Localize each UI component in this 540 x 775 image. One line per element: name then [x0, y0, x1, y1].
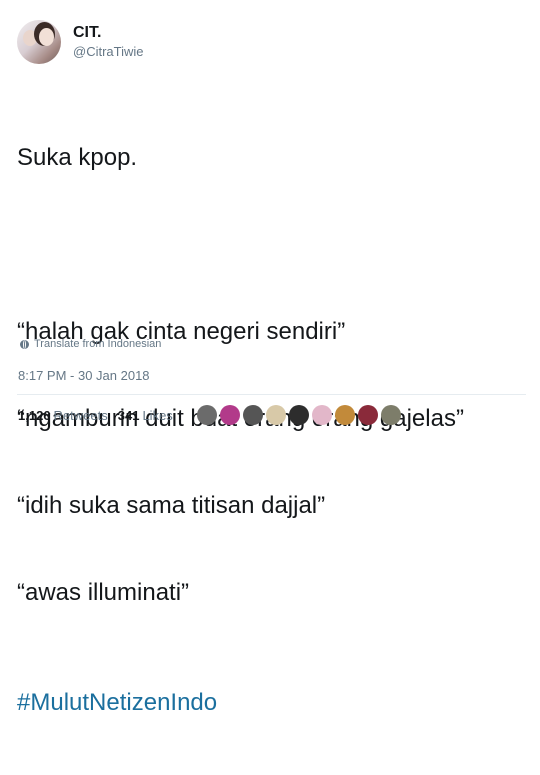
user-avatar[interactable]: [17, 20, 61, 64]
user-handle[interactable]: @CitraTiwie: [73, 43, 144, 61]
likes-label: Likes: [142, 407, 173, 423]
tweet-line: “awas illuminati”: [17, 579, 190, 606]
retweets-count: 1,126: [18, 407, 51, 423]
user-display-name[interactable]: CIT.: [73, 23, 144, 43]
tweet-text: Suka kpop. “halah gak cinta negeri sendi…: [17, 85, 464, 775]
liker-avatars: [196, 405, 404, 425]
likes-stat[interactable]: 341 Likes: [118, 408, 173, 423]
divider: [17, 394, 526, 395]
tweet-line: Suka kpop.: [17, 144, 138, 171]
liker-avatar[interactable]: [380, 405, 401, 425]
tweet-header: CIT. @CitraTiwie: [17, 20, 144, 64]
tweet-stats: 1,126 Retweets 341 Likes: [18, 405, 404, 425]
tweet-line: “idih suka sama titisan dajjal”: [17, 492, 326, 519]
user-names: CIT. @CitraTiwie: [73, 23, 144, 61]
liker-avatar[interactable]: [334, 405, 355, 425]
liker-avatar[interactable]: [288, 405, 309, 425]
tweet-line-gap: [17, 230, 464, 259]
translate-label: Translate from Indonesian: [34, 338, 162, 350]
liker-avatar[interactable]: [265, 405, 286, 425]
tweet-timestamp[interactable]: 8:17 PM - 30 Jan 2018: [18, 368, 150, 383]
tweet-card: CIT. @CitraTiwie Suka kpop. “halah gak c…: [0, 0, 540, 716]
retweets-label: Retweets: [53, 407, 108, 423]
liker-avatar[interactable]: [242, 405, 263, 425]
globe-icon: [20, 339, 29, 349]
liker-avatar[interactable]: [311, 405, 332, 425]
translate-link[interactable]: Translate from Indonesian: [20, 338, 161, 350]
liker-avatar[interactable]: [357, 405, 378, 425]
hashtag-link[interactable]: #MulutNetizenIndo: [17, 688, 464, 717]
likes-count: 341: [117, 407, 140, 423]
liker-avatar[interactable]: [219, 405, 240, 425]
liker-avatar[interactable]: [196, 405, 217, 425]
retweets-stat[interactable]: 1,126 Retweets: [18, 408, 108, 423]
